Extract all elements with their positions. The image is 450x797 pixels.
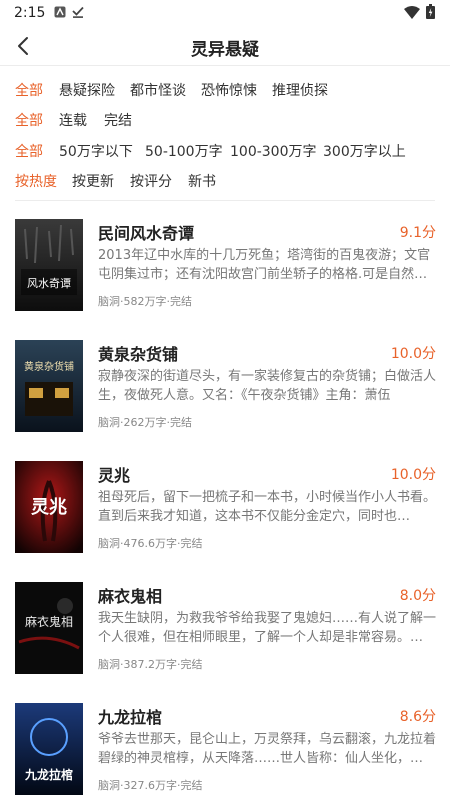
book-description: 我天生缺阴，为救我爷爷给我娶了鬼媳妇……有人说了解一个人很难，但在相师眼里，了解…: [98, 611, 436, 645]
book-cover[interactable]: 风水奇谭: [15, 219, 83, 311]
book-score: 8.6分: [399, 709, 436, 725]
book-cover[interactable]: 黄泉杂货铺: [15, 340, 83, 432]
book-score: 10.0分: [390, 467, 436, 483]
filter-length-under-50[interactable]: 50万字以下: [59, 141, 133, 161]
book-meta: 脑洞·327.6万字·完结: [98, 779, 203, 792]
filter-category-horror[interactable]: 恐怖惊悚: [201, 80, 257, 100]
book-cover-title: 九龙拉棺: [24, 767, 73, 782]
book-score: 9.1分: [399, 225, 436, 241]
status-time: 2:15: [14, 5, 46, 21]
filter-length-over-300[interactable]: 300万字以上: [323, 141, 406, 161]
book-score: 10.0分: [390, 346, 436, 362]
filter-category-suspense[interactable]: 悬疑探险: [59, 80, 115, 100]
book-cover[interactable]: 九龙拉棺: [15, 703, 83, 795]
book-description: 2013年辽中水库的十几万死鱼；塔湾街的百鬼夜游；文官屯阴集过市；还有沈阳故宫门…: [98, 248, 431, 282]
book-cover-image: 九龙拉棺: [15, 703, 83, 795]
book-meta: 脑洞·582万字·完结: [98, 295, 192, 308]
filter-category-urban-legend[interactable]: 都市怪谈: [130, 80, 186, 100]
filter-category-all[interactable]: 全部: [15, 80, 43, 100]
sort-new-books[interactable]: 新书: [188, 171, 216, 191]
filter-status-finished[interactable]: 完结: [104, 110, 132, 130]
book-title[interactable]: 灵兆: [98, 462, 130, 486]
book-description: 寂静夜深的街道尽头，有一家装修复古的杂货铺；白做活人生，夜做死人意。又名：《午夜…: [98, 369, 436, 403]
filter-length-100-300[interactable]: 100-300万字: [230, 141, 317, 161]
book-cover[interactable]: 麻衣鬼相: [15, 582, 83, 674]
book-score: 8.0分: [399, 588, 436, 604]
book-title[interactable]: 九龙拉棺: [98, 704, 162, 728]
book-item[interactable]: 麻衣鬼相 麻衣鬼相 8.0分 我天生缺阴，为救我爷爷给我娶了鬼媳妇……有人说了解…: [0, 582, 450, 682]
book-cover[interactable]: 灵兆: [15, 461, 83, 553]
book-meta: 脑洞·476.6万字·完结: [98, 537, 203, 550]
book-cover-image: 风水奇谭: [15, 219, 83, 311]
nav-divider: [0, 65, 450, 66]
book-description: 祖母死后，留下一把梳子和一本书，小时候当作小人书看。直到后来我才知道，这本书不仅…: [98, 490, 436, 524]
wifi-icon: [404, 6, 420, 19]
filter-status-all[interactable]: 全部: [15, 110, 43, 130]
download-done-icon: [72, 6, 84, 18]
book-item[interactable]: 灵兆 灵兆 10.0分 祖母死后，留下一把梳子和一本书，小时候当作小人书看。直到…: [0, 461, 450, 561]
book-cover-image: 黄泉杂货铺: [15, 340, 83, 432]
nav-bar: 灵异悬疑: [0, 26, 450, 66]
book-meta: 脑洞·262万字·完结: [98, 416, 192, 429]
book-item[interactable]: 九龙拉棺 九龙拉棺 8.6分 爷爷去世那天，昆仑山上，万灵祭拜，乌云翻滚，九龙拉…: [0, 703, 450, 797]
book-item[interactable]: 风水奇谭 民间风水奇谭 9.1分 2013年辽中水库的十几万死鱼；塔湾街的百鬼夜…: [0, 219, 450, 319]
sort-by-popularity[interactable]: 按热度: [15, 171, 57, 191]
book-cover-title: 麻衣鬼相: [25, 614, 73, 629]
book-title[interactable]: 麻衣鬼相: [98, 583, 162, 607]
book-cover-title: 风水奇谭: [27, 277, 71, 290]
book-cover-image: 麻衣鬼相: [15, 582, 83, 674]
section-divider: [15, 200, 435, 201]
book-cover-title: 灵兆: [31, 497, 67, 518]
sort-by-update[interactable]: 按更新: [72, 171, 114, 191]
book-cover-image: 灵兆: [15, 461, 83, 553]
filter-length-50-100[interactable]: 50-100万字: [145, 141, 223, 161]
book-title[interactable]: 民间风水奇谭: [98, 220, 194, 244]
filter-status-ongoing[interactable]: 连载: [59, 110, 87, 130]
app-notification-icon: [54, 6, 66, 18]
page-title: 灵异悬疑: [191, 40, 259, 60]
book-meta: 脑洞·387.2万字·完结: [98, 658, 203, 671]
filter-length-all[interactable]: 全部: [15, 141, 43, 161]
book-description: 爷爷去世那天，昆仑山上，万灵祭拜，乌云翻滚，九龙拉着碧绿的神灵棺椁，从天降落………: [98, 732, 436, 766]
book-cover-title: 黄泉杂货铺: [24, 360, 74, 373]
book-title[interactable]: 黄泉杂货铺: [98, 341, 178, 365]
sort-by-rating[interactable]: 按评分: [130, 171, 172, 191]
filter-category-detective[interactable]: 推理侦探: [272, 80, 328, 100]
book-item[interactable]: 黄泉杂货铺 黄泉杂货铺 10.0分 寂静夜深的街道尽头，有一家装修复古的杂货铺；…: [0, 340, 450, 440]
battery-icon: [426, 4, 435, 19]
status-bar: 2:15: [0, 0, 450, 26]
